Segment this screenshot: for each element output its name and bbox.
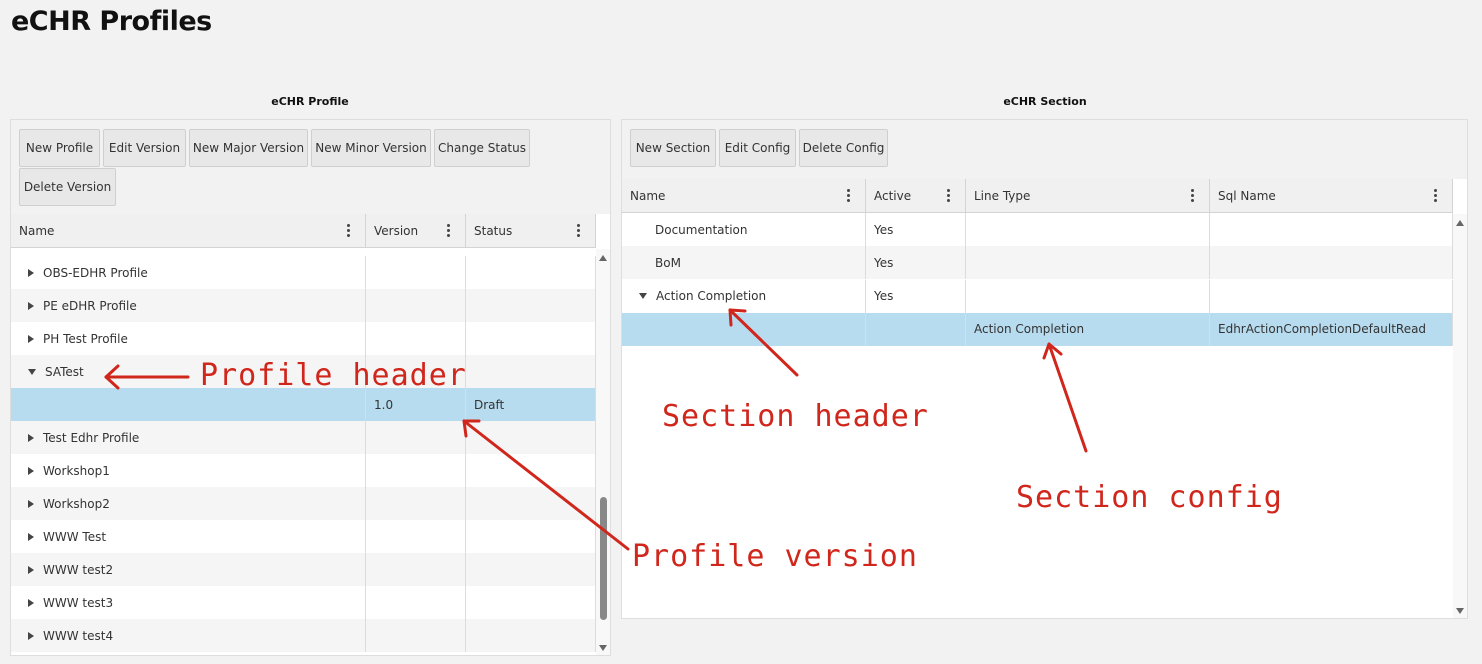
profile-header-annotation: Profile header xyxy=(200,358,467,393)
section-config-annotation: Section config xyxy=(1016,480,1283,515)
section-header-annotation: Section header xyxy=(662,399,929,434)
section-config-arrow xyxy=(1047,342,1088,453)
profile-version-annotation: Profile version xyxy=(632,539,918,574)
profile-version-arrow xyxy=(462,419,630,551)
section-header-arrow xyxy=(728,308,799,377)
